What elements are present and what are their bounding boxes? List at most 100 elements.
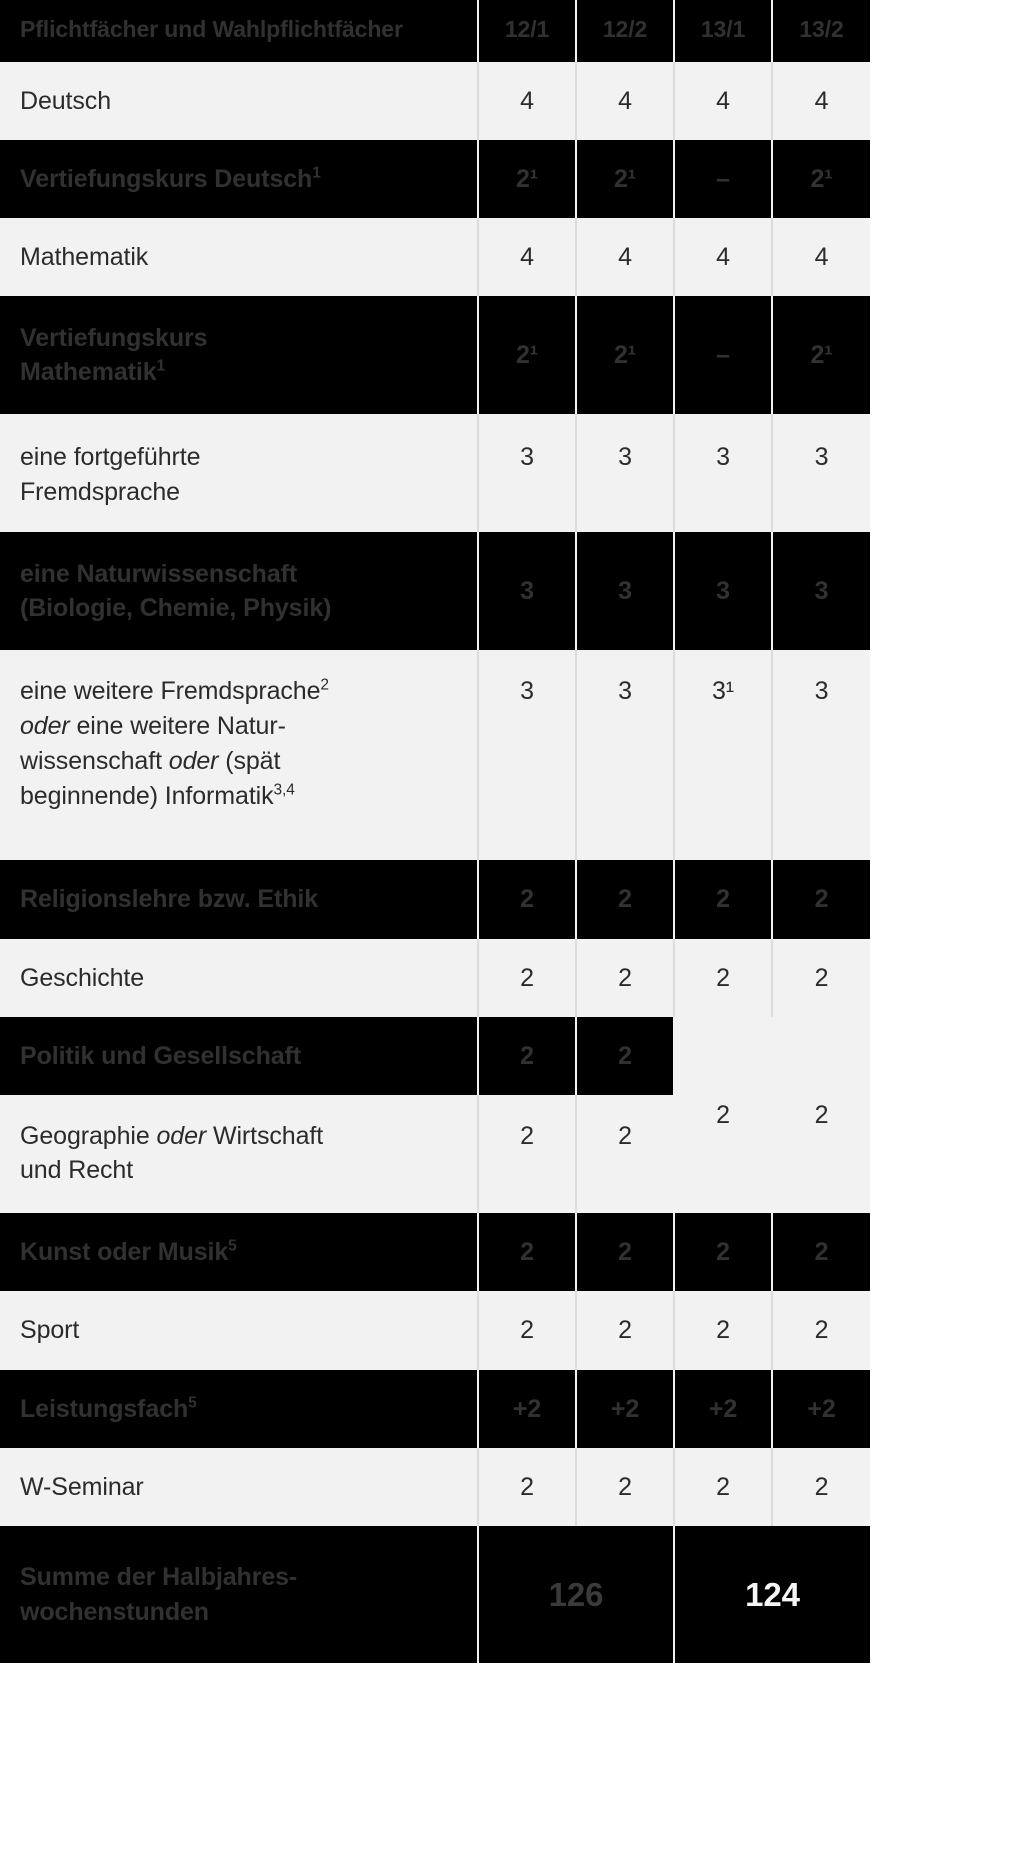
cell-lf-13-2: +2 (771, 1369, 870, 1448)
cell-rel-13-1: 2 (673, 860, 772, 939)
cell-vkm-12-1: 2¹ (477, 296, 576, 415)
summary-value-jahrgang-12: 126 (477, 1526, 674, 1663)
cell-kum-13-2: 2 (771, 1213, 870, 1292)
cell-sport-12-2: 2 (575, 1291, 674, 1370)
cell-rel-12-2: 2 (575, 860, 674, 939)
cell-nw-12-2: 3 (575, 532, 674, 651)
summary-label-line2: wochenstunden (20, 1597, 209, 1626)
subject-text-2: Wirtschaft (206, 1122, 324, 1150)
subject-geschichte: Geschichte (0, 938, 478, 1017)
cell-mathe-13-2: 4 (771, 218, 870, 297)
cell-nw-13-1: 3 (673, 532, 772, 651)
table-row: Kunst oder Musik5 2 2 2 2 (0, 1213, 870, 1292)
subject-text: Kunst oder Musik (20, 1238, 229, 1266)
cell-geo-12-2: 2 (575, 1095, 674, 1213)
table-row: eine weitere Fremdsprache2 oder eine weit… (0, 650, 870, 861)
subject-text-line1: Vertiefungskurs (20, 324, 208, 352)
cell-gesch-13-1: 2 (673, 938, 772, 1017)
curriculum-table: Pflichtfächer und Wahlpflichtfächer 12/1… (0, 0, 870, 1663)
cell-vkm-13-2: 2¹ (771, 296, 870, 415)
subject-kunst-oder-musik: Kunst oder Musik5 (0, 1213, 478, 1292)
cell-vkm-13-1: – (673, 296, 772, 415)
table-row: Geschichte 2 2 2 2 (0, 938, 870, 1017)
header-term-13-1: 13/1 (673, 0, 772, 62)
cell-sport-12-1: 2 (477, 1291, 576, 1370)
cell-vkm-12-2: 2¹ (575, 296, 674, 415)
cell-kum-12-2: 2 (575, 1213, 674, 1292)
cell-vkd-12-1: 2¹ (477, 139, 576, 218)
cell-lf-12-1: +2 (477, 1369, 576, 1448)
cell-mathe-13-1: 4 (673, 218, 772, 297)
subject-text-1: Geographie (20, 1122, 157, 1150)
cell-kum-12-1: 2 (477, 1213, 576, 1292)
cell-wf-13-1: 3¹ (673, 650, 772, 861)
cell-mathe-12-1: 4 (477, 218, 576, 297)
cell-lf-13-1: +2 (673, 1369, 772, 1448)
cell-sport-13-2: 2 (771, 1291, 870, 1370)
cell-vkd-13-1: – (673, 139, 772, 218)
subject-text-2: eine weitere Natur- (69, 712, 286, 740)
footnote-marker: 1 (156, 357, 166, 375)
subject-fortgefuehrte-fremdsprache: eine fortgeführte Fremdsprache (0, 414, 478, 533)
cell-pug-12-2: 2 (575, 1016, 674, 1095)
table-row: Leistungsfach5 +2 +2 +2 +2 (0, 1369, 870, 1448)
subject-vertiefungskurs-deutsch: Vertiefungskurs Deutsch1 (0, 139, 478, 218)
header-subject-label: Pflichtfächer und Wahlpflichtfächer (0, 0, 478, 62)
cell-vkd-12-2: 2¹ (575, 139, 674, 218)
footnote-marker: 5 (228, 1237, 237, 1255)
subject-text-3: wissenschaft (20, 746, 169, 775)
cell-deutsch-12-2: 4 (575, 61, 674, 140)
subject-text-line2: Fremdsprache (20, 477, 180, 506)
cell-ff-13-2: 3 (771, 414, 870, 533)
table-row: Vertiefungskurs Deutsch1 2¹ 2¹ – 2¹ (0, 139, 870, 218)
table-row: Religionslehre bzw. Ethik 2 2 2 2 (0, 860, 870, 939)
header-term-12-1: 12/1 (477, 0, 576, 62)
cell-deutsch-12-1: 4 (477, 61, 576, 140)
cell-gesch-12-2: 2 (575, 938, 674, 1017)
subject-text-line2: Mathematik (20, 358, 157, 387)
subject-weitere-fremdsprache: eine weitere Fremdsprache2 oder eine weit… (0, 650, 478, 861)
footnote-marker: 5 (188, 1394, 197, 1412)
subject-vertiefungskurs-mathematik: Vertiefungskurs Mathematik1 (0, 296, 478, 415)
cell-sport-13-1: 2 (673, 1291, 772, 1370)
cell-ws-13-2: 2 (771, 1447, 870, 1526)
summary-label: Summe der Halbjahres-wochenstunden (0, 1526, 478, 1663)
footnote-marker: 1 (312, 164, 321, 182)
subject-text: Vertiefungskurs Deutsch (20, 164, 313, 193)
subject-religionslehre-ethik: Religionslehre bzw. Ethik (0, 860, 478, 939)
subject-text-line2: (Biologie, Chemie, Physik) (20, 594, 332, 623)
cell-deutsch-13-1: 4 (673, 61, 772, 140)
cell-rel-12-1: 2 (477, 860, 576, 939)
table-row: eine fortgeführte Fremdsprache 3 3 3 3 (0, 414, 870, 533)
cell-merged-13-1: 2 (673, 1016, 772, 1213)
cell-ff-12-2: 3 (575, 414, 674, 533)
cell-gesch-13-2: 2 (771, 938, 870, 1017)
subject-text-5: beginnende) Informatik (20, 781, 274, 810)
subject-text-3: und Recht (20, 1156, 134, 1185)
subject-sport: Sport (0, 1291, 478, 1370)
table-row: Vertiefungskurs Mathematik1 2¹ 2¹ – 2¹ (0, 296, 870, 415)
cell-kum-13-1: 2 (673, 1213, 772, 1292)
subject-text-4: (spät (218, 746, 281, 775)
subject-text-line1: eine fortgeführte (20, 443, 201, 472)
cell-wf-12-2: 3 (575, 650, 674, 861)
cell-ws-12-1: 2 (477, 1447, 576, 1526)
subject-naturwissenschaft: eine Naturwissenschaft (Biologie, Chemie,… (0, 532, 478, 651)
cell-geo-12-1: 2 (477, 1095, 576, 1213)
table-header-row: Pflichtfächer und Wahlpflichtfächer 12/1… (0, 0, 870, 62)
curriculum-table-container: Pflichtfächer und Wahlpflichtfächer 12/1… (0, 0, 870, 1663)
header-subject-line1: Pflichtfächer und Wahlpflichtfächer (20, 15, 403, 42)
cell-ws-12-2: 2 (575, 1447, 674, 1526)
cell-nw-13-2: 3 (771, 532, 870, 651)
table-row: W-Seminar 2 2 2 2 (0, 1447, 870, 1526)
cell-nw-12-1: 3 (477, 532, 576, 651)
summary-label-line1: Summe der Halbjahres- (20, 1563, 298, 1591)
cell-ws-13-1: 2 (673, 1447, 772, 1526)
subject-deutsch: Deutsch (0, 61, 478, 140)
subject-text: eine weitere Fremdsprache (20, 677, 321, 706)
table-row: eine Naturwissenschaft (Biologie, Chemie,… (0, 532, 870, 651)
header-term-12-2: 12/2 (575, 0, 674, 62)
footnote-marker-34: 3,4 (273, 781, 295, 799)
cell-lf-12-2: +2 (575, 1369, 674, 1448)
subject-w-seminar: W-Seminar (0, 1447, 478, 1526)
